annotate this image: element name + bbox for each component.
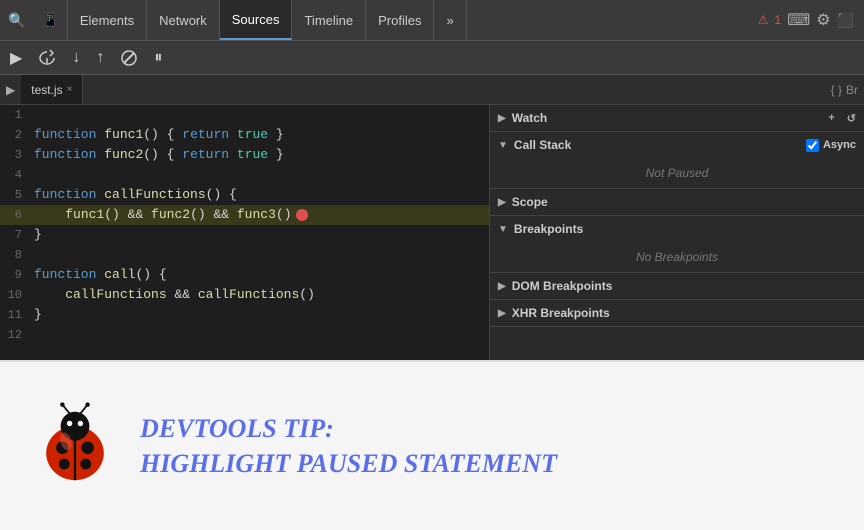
watch-refresh-button[interactable]: ↺ (847, 112, 856, 125)
terminal-icon[interactable]: ⌨ (787, 10, 810, 30)
tab-network[interactable]: Network (147, 0, 220, 40)
breakpoints-section: ▼ Breakpoints No Breakpoints (490, 216, 864, 273)
code-line-5: 5 function callFunctions() { (0, 185, 489, 205)
debug-toolbar: ▶ ↓ ↑ ⏸ (0, 41, 864, 75)
code-line-7: 7 } (0, 225, 489, 245)
xhr-breakpoints-label: XHR Breakpoints (512, 306, 610, 320)
call-stack-section: ▼ Call Stack Async Not Paused (490, 132, 864, 189)
call-stack-body: Not Paused (490, 158, 864, 188)
search-icon[interactable]: 🔍 (0, 12, 33, 29)
file-tab-actions: { } Br (831, 83, 864, 97)
xhr-breakpoints-header[interactable]: ▶ XHR Breakpoints (490, 300, 864, 326)
code-line-2: 2 function func1() { return true } (0, 125, 489, 145)
right-panel: ▶ Watch + ↺ ▼ Call Stack Async Not Pause… (490, 105, 864, 360)
dom-breakpoints-header[interactable]: ▶ DOM Breakpoints (490, 273, 864, 299)
file-tabs: ▶ test.js × { } Br (0, 75, 864, 105)
async-option[interactable]: Async (806, 139, 856, 152)
code-line-10: 10 callFunctions && callFunctions() (0, 285, 489, 305)
main-area: 1 2 function func1() { return true } 3 f… (0, 105, 864, 360)
dom-breakpoints-section: ▶ DOM Breakpoints (490, 273, 864, 300)
ladybug-icon (30, 401, 120, 491)
pause-on-exceptions-button[interactable]: ⏸ (148, 47, 168, 69)
run-button[interactable]: ▶ (0, 83, 21, 97)
tab-elements[interactable]: Elements (67, 0, 147, 40)
error-badge: ⚠ (758, 13, 769, 27)
scope-label: Scope (512, 195, 548, 209)
code-line-11: 11 } (0, 305, 489, 325)
tip-subtitle: Highlight Paused Statement (140, 448, 557, 479)
watch-section: ▶ Watch + ↺ (490, 105, 864, 132)
dom-breakpoints-arrow: ▶ (498, 281, 506, 292)
code-line-9: 9 function call() { (0, 265, 489, 285)
watch-arrow: ▶ (498, 113, 506, 124)
watch-label: Watch (512, 111, 548, 125)
call-stack-label: Call Stack (514, 138, 571, 152)
scope-header[interactable]: ▶ Scope (490, 189, 864, 215)
toolbar-right: ⚠ 1 ⌨ ⚙ ⬛ (758, 10, 864, 30)
tip-text: DevTools Tip: Highlight Paused Statement (140, 413, 557, 479)
mobile-icon[interactable]: 📱 (33, 12, 66, 29)
editor-options[interactable]: Br (846, 83, 858, 97)
scope-arrow: ▶ (498, 197, 506, 208)
format-button[interactable]: { } (831, 83, 842, 97)
code-line-12: 12 (0, 325, 489, 345)
code-line-4: 4 (0, 165, 489, 185)
step-out-button[interactable]: ↑ (90, 47, 110, 69)
dom-breakpoints-label: DOM Breakpoints (512, 279, 613, 293)
call-stack-header[interactable]: ▼ Call Stack Async (490, 132, 864, 158)
xhr-breakpoints-arrow: ▶ (498, 308, 506, 319)
async-checkbox[interactable] (806, 139, 819, 152)
tip-section: DevTools Tip: Highlight Paused Statement (0, 360, 864, 530)
file-tab-name: test.js (31, 83, 62, 97)
code-line-1: 1 (0, 105, 489, 125)
xhr-breakpoints-section: ▶ XHR Breakpoints (490, 300, 864, 327)
tab-profiles[interactable]: Profiles (366, 0, 434, 40)
resume-button[interactable]: ▶ (4, 46, 28, 70)
tab-more[interactable]: » (434, 0, 466, 40)
code-line-8: 8 (0, 245, 489, 265)
breakpoints-label: Breakpoints (514, 222, 583, 236)
monitor-icon[interactable]: ⬛ (837, 12, 854, 29)
devtools-toolbar: 🔍 📱 Elements Network Sources Timeline Pr… (0, 0, 864, 41)
badge-count: 1 (774, 13, 781, 27)
code-line-3: 3 function func2() { return true } (0, 145, 489, 165)
tab-timeline[interactable]: Timeline (292, 0, 366, 40)
watch-header[interactable]: ▶ Watch + ↺ (490, 105, 864, 131)
watch-add-button[interactable]: + (828, 112, 834, 124)
call-stack-arrow: ▼ (498, 140, 508, 151)
step-into-button[interactable]: ↓ (66, 47, 86, 69)
gear-icon[interactable]: ⚙ (816, 10, 830, 30)
deactivate-button[interactable] (114, 47, 144, 69)
scope-section: ▶ Scope (490, 189, 864, 216)
tab-sources[interactable]: Sources (220, 0, 293, 40)
error-indicator (296, 209, 308, 221)
file-tab-testjs[interactable]: test.js × (21, 75, 83, 104)
tip-title: DevTools Tip: (140, 413, 557, 444)
async-label: Async (823, 139, 856, 151)
code-editor[interactable]: 1 2 function func1() { return true } 3 f… (0, 105, 490, 360)
breakpoints-arrow: ▼ (498, 224, 508, 235)
step-over-button[interactable] (32, 47, 62, 69)
file-tab-close-button[interactable]: × (67, 84, 73, 95)
breakpoints-body: No Breakpoints (490, 242, 864, 272)
code-line-6: 6 func1() && func2() && func3() (0, 205, 489, 225)
breakpoints-header[interactable]: ▼ Breakpoints (490, 216, 864, 242)
